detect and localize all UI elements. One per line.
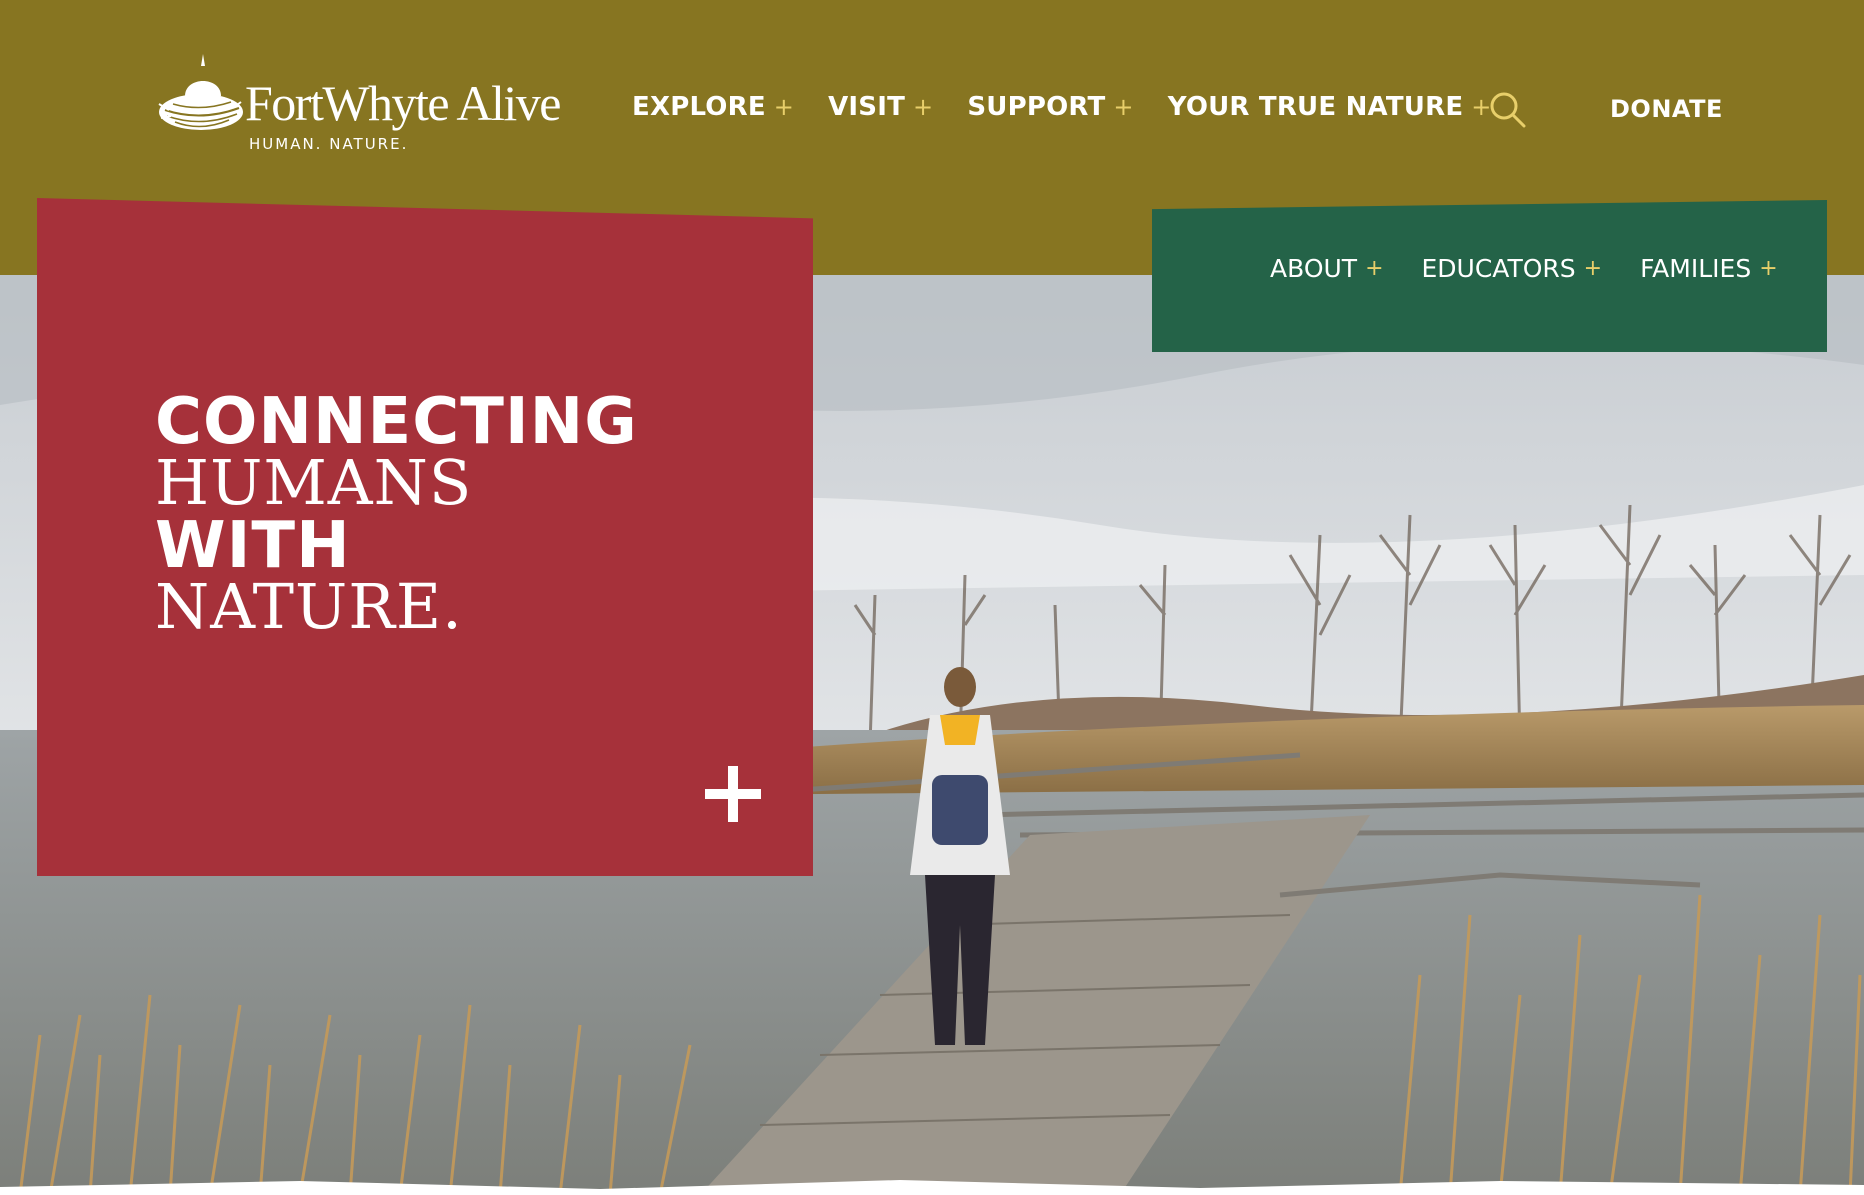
plus-icon: +: [1113, 93, 1134, 121]
headline-line-3: WITH: [155, 509, 351, 583]
nav-item-your-true-nature[interactable]: YOUR TRUE NATURE +: [1168, 92, 1492, 122]
nav-item-label: EXPLORE: [632, 92, 766, 122]
site-logo[interactable]: FortWhyte Alive HUMAN. NATURE.: [155, 50, 575, 160]
nav-item-visit[interactable]: VISIT +: [828, 92, 933, 122]
nest-logo-icon: [158, 54, 243, 130]
plus-icon: +: [773, 93, 795, 121]
headline-line-1: CONNECTING: [155, 385, 638, 459]
expand-plus-icon[interactable]: [705, 766, 761, 822]
search-button[interactable]: [1488, 90, 1528, 130]
nav-item-label: VISIT: [828, 92, 906, 122]
nav-item-explore[interactable]: EXPLORE +: [632, 92, 794, 122]
audience-item-about[interactable]: ABOUT +: [1270, 254, 1384, 283]
page: FortWhyte Alive HUMAN. NATURE. EXPLORE +…: [0, 0, 1864, 1195]
audience-item-label: FAMILIES: [1640, 254, 1752, 283]
nav-item-label: YOUR TRUE NATURE: [1167, 92, 1464, 122]
logo-tagline: HUMAN. NATURE.: [249, 135, 409, 153]
audience-nav: ABOUT + EDUCATORS + FAMILIES +: [1270, 254, 1778, 283]
audience-item-families[interactable]: FAMILIES +: [1640, 254, 1778, 283]
audience-item-educators[interactable]: EDUCATORS +: [1422, 254, 1603, 283]
main-nav: EXPLORE + VISIT + SUPPORT + YOUR TRUE NA…: [632, 92, 1492, 122]
logo-wordmark: FortWhyte Alive: [245, 75, 561, 131]
plus-icon: +: [1583, 256, 1603, 281]
audience-item-label: ABOUT: [1270, 254, 1358, 283]
torn-edge-divider: [0, 1180, 1864, 1195]
donate-link[interactable]: DONATE: [1610, 95, 1723, 123]
search-icon: [1490, 92, 1526, 128]
nav-item-label: SUPPORT: [967, 92, 1106, 122]
nav-item-support[interactable]: SUPPORT +: [967, 92, 1133, 122]
plus-icon: +: [1365, 256, 1384, 281]
headline-line-2: HUMANS: [155, 446, 473, 519]
audience-item-label: EDUCATORS: [1421, 254, 1576, 283]
plus-icon: +: [1759, 256, 1778, 281]
headline-line-4: NATURE.: [155, 570, 463, 643]
plus-icon: +: [913, 93, 934, 121]
hero-headline: CONNECTING HUMANS WITH NATURE.: [155, 390, 638, 638]
